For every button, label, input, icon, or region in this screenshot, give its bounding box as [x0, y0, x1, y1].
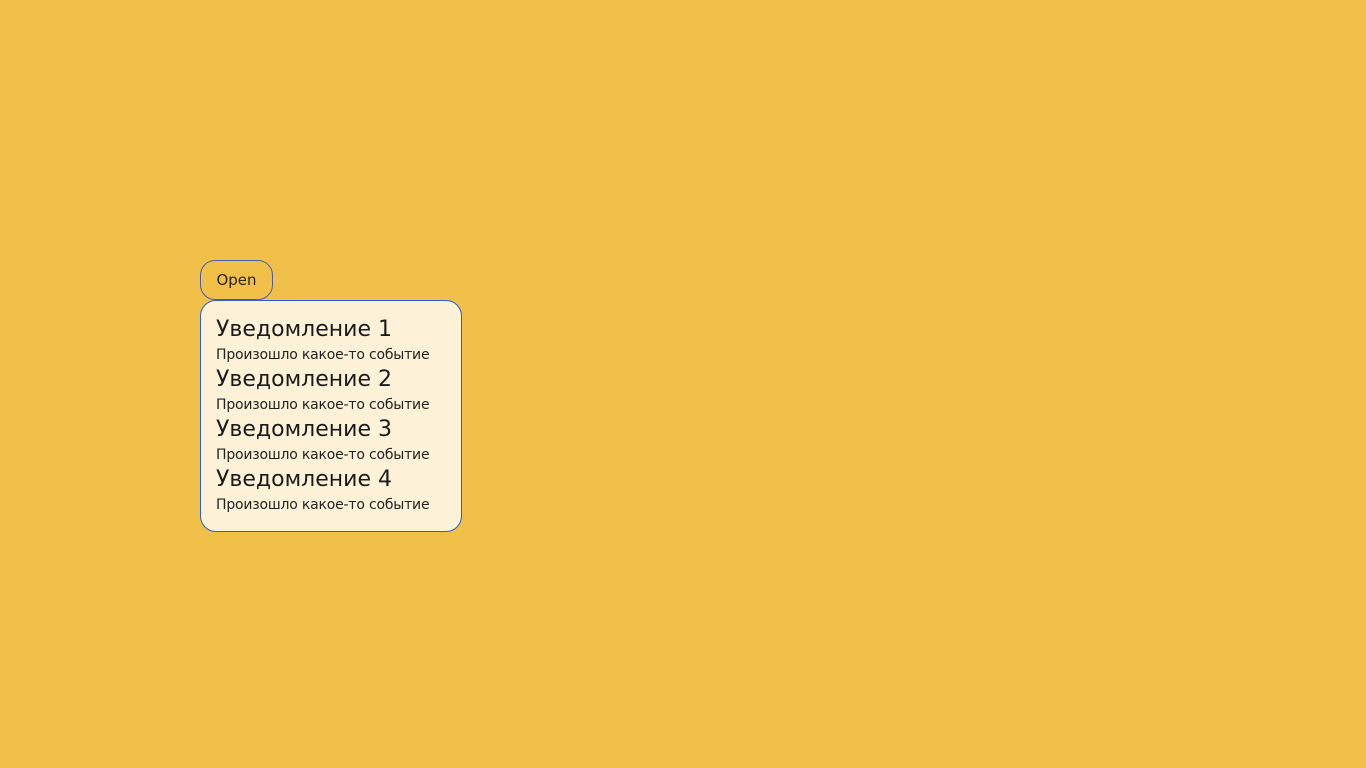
notification-item[interactable]: Уведомление 4 Произошло какое-то событие: [216, 465, 446, 515]
notification-title: Уведомление 2: [216, 367, 392, 392]
notification-text: Произошло какое-то событие: [216, 447, 430, 463]
notification-title: Уведомление 1: [216, 317, 392, 342]
notification-item[interactable]: Уведомление 2 Произошло какое-то событие: [216, 365, 446, 415]
notification-title: Уведомление 3: [216, 417, 392, 442]
notification-text: Произошло какое-то событие: [216, 347, 430, 363]
notification-title: Уведомление 4: [216, 467, 392, 492]
notification-text: Произошло какое-то событие: [216, 497, 430, 513]
notifications-popover: Уведомление 1 Произошло какое-то событие…: [200, 300, 462, 532]
notification-item[interactable]: Уведомление 3 Произошло какое-то событие: [216, 415, 446, 465]
open-button[interactable]: Open: [200, 260, 273, 300]
notification-item[interactable]: Уведомление 1 Произошло какое-то событие: [216, 315, 446, 365]
notification-text: Произошло какое-то событие: [216, 397, 430, 413]
